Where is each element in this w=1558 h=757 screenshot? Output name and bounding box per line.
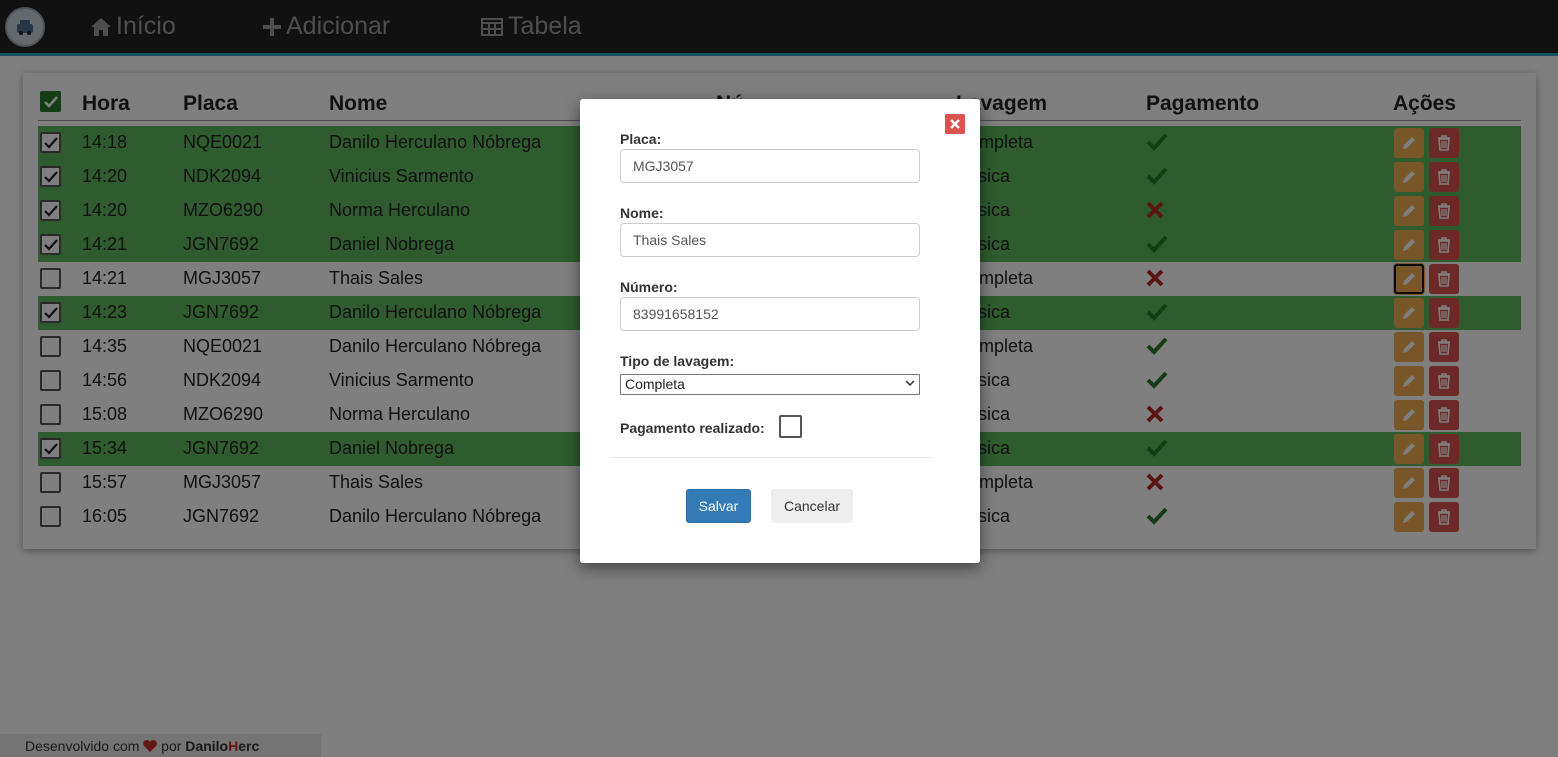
nome-input[interactable] (620, 223, 920, 257)
numero-label: Número: (620, 279, 678, 295)
modal-divider (610, 457, 931, 458)
edit-modal: Placa: Nome: Número: Tipo de lavagem: Co… (580, 99, 980, 563)
placa-input[interactable] (620, 149, 920, 183)
tipo-lavagem-label: Tipo de lavagem: (620, 353, 735, 369)
numero-input[interactable] (620, 297, 920, 331)
pagamento-label: Pagamento realizado: (620, 420, 765, 436)
tipo-lavagem-select[interactable]: Completa (620, 374, 920, 395)
cancel-button[interactable]: Cancelar (771, 489, 853, 523)
placa-label: Placa: (620, 131, 662, 147)
nome-label: Nome: (620, 205, 664, 221)
chevron-down-icon (905, 380, 915, 387)
pagamento-checkbox[interactable] (779, 415, 802, 438)
close-icon[interactable] (945, 114, 965, 134)
tipo-lavagem-value: Completa (625, 376, 685, 392)
save-button[interactable]: Salvar (686, 489, 751, 523)
